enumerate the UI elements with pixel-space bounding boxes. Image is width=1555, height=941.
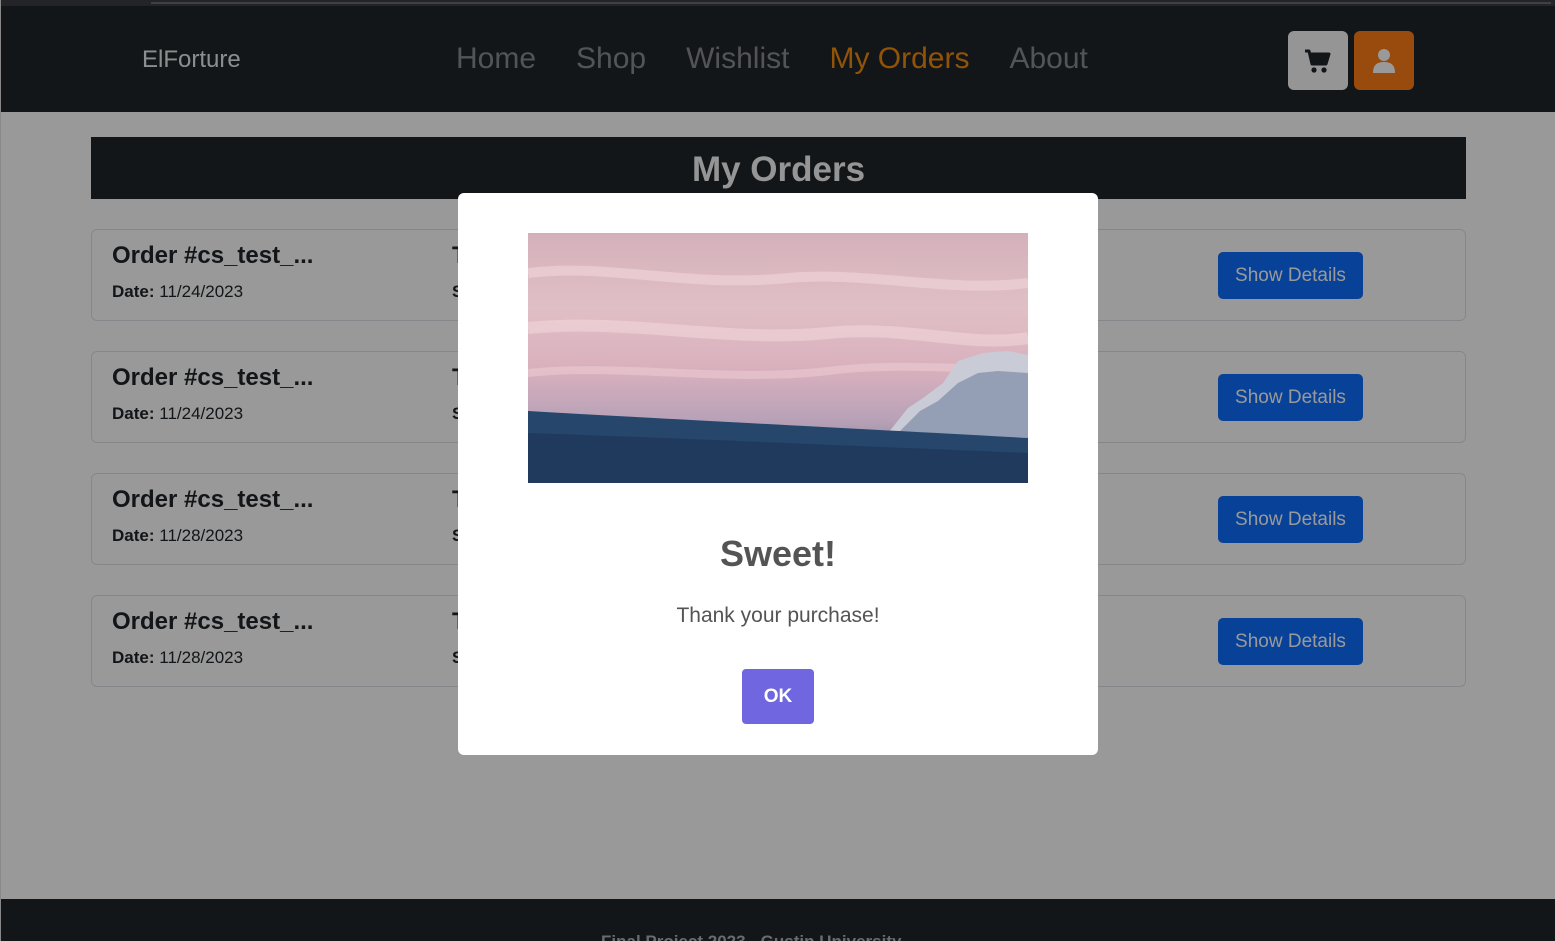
- page: ElForture Home Shop Wishlist My Orders A…: [0, 0, 1555, 941]
- modal-message: Thank your purchase!: [676, 604, 880, 627]
- landscape-illustration: [528, 265, 1028, 483]
- modal-image: [528, 233, 1028, 483]
- success-dialog: Sweet! Thank your purchase! OK: [458, 193, 1098, 755]
- ok-button[interactable]: OK: [742, 669, 814, 724]
- modal-title: Sweet!: [719, 533, 837, 574]
